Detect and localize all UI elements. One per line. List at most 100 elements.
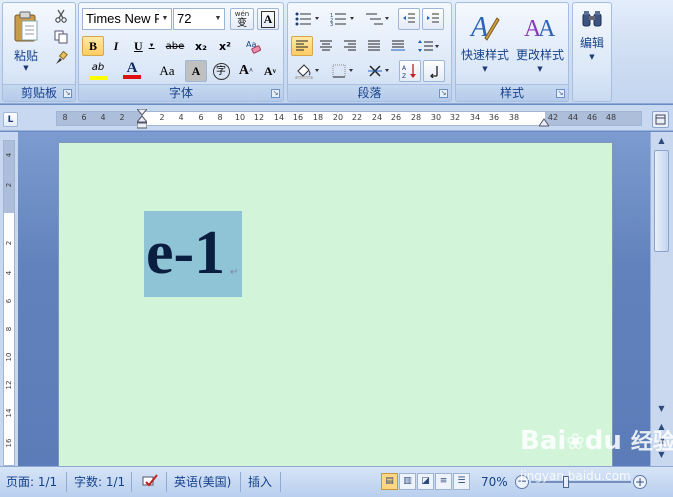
tab-selector-button[interactable]: L: [3, 112, 18, 127]
ruler-tick-label: 10: [234, 113, 246, 122]
chevron-down-icon[interactable]: ▼: [212, 9, 224, 29]
ruler-tick-label: 32: [449, 113, 461, 122]
scroll-thumb[interactable]: [654, 150, 669, 252]
dialog-launcher-icon[interactable]: ↘: [63, 89, 72, 98]
grow-font-button[interactable]: A ^: [235, 60, 257, 82]
vertical-ruler-tick-label: 14: [5, 408, 13, 418]
format-painter-button[interactable]: [51, 49, 71, 67]
ruler-tick-label: 12: [253, 113, 265, 122]
phonetic-guide-button[interactable]: wén 变: [230, 8, 254, 30]
subscript-button[interactable]: x₂: [190, 36, 212, 56]
document-page[interactable]: e-1 ↵: [58, 142, 613, 472]
chevron-down-icon: ▼: [482, 65, 488, 73]
vertical-ruler-tick-label: 4: [5, 270, 13, 276]
character-shading-button[interactable]: A: [185, 60, 207, 82]
insert-mode-status[interactable]: 插入: [248, 473, 272, 491]
paste-button[interactable]: 粘贴 ▼: [8, 5, 44, 77]
clear-formatting-button[interactable]: Aa: [241, 36, 265, 56]
quick-styles-label: 快速样式: [460, 48, 509, 62]
shrink-font-button[interactable]: Av: [259, 60, 281, 82]
quick-styles-button[interactable]: A 快速样式 ▼: [458, 5, 512, 79]
indent-marker-icon[interactable]: [135, 108, 149, 129]
align-center-button[interactable]: [315, 36, 337, 56]
document-area[interactable]: e-1 ↵: [18, 132, 650, 472]
svg-text:A: A: [402, 65, 407, 72]
sort-icon: AZ: [402, 64, 416, 79]
justify-button[interactable]: [363, 36, 385, 56]
ruler-tick-label: 38: [508, 113, 520, 122]
zoom-level[interactable]: 70%: [481, 473, 508, 491]
font-size-combo[interactable]: 72 ▼: [173, 8, 225, 30]
change-styles-button[interactable]: AA 更改样式 ▼: [513, 5, 567, 79]
line-spacing-button[interactable]: [413, 36, 445, 56]
enclose-characters-button[interactable]: 字: [210, 60, 232, 82]
distributed-button[interactable]: [387, 36, 409, 56]
document-text[interactable]: e-1: [146, 217, 225, 289]
highlight-button[interactable]: ab: [82, 60, 114, 82]
word-count[interactable]: 字数: 1/1: [74, 473, 125, 491]
show-marks-button[interactable]: [423, 60, 445, 82]
scroll-down-icon[interactable]: ▼: [654, 402, 669, 416]
print-layout-view-icon[interactable]: ▤: [381, 473, 398, 490]
styles-group-label: 样式: [456, 84, 568, 101]
ruler-tick-label: 16: [292, 113, 304, 122]
editing-button[interactable]: 编辑 ▼: [575, 5, 609, 79]
cut-button[interactable]: [51, 7, 71, 25]
strikethrough-button[interactable]: abe: [162, 36, 188, 56]
right-indent-marker-icon[interactable]: [538, 116, 550, 127]
increase-indent-button[interactable]: [422, 8, 444, 30]
vertical-ruler[interactable]: 4 2 2 4 6 8 10 12 14 16: [0, 132, 18, 466]
bold-button[interactable]: B: [82, 36, 104, 56]
view-ruler-icon[interactable]: [652, 111, 669, 128]
decrease-indent-button[interactable]: [398, 8, 420, 30]
align-right-button[interactable]: [339, 36, 361, 56]
chevron-down-icon[interactable]: ▼: [159, 9, 171, 29]
multilevel-list-button[interactable]: [361, 8, 395, 30]
copy-button[interactable]: [51, 28, 71, 46]
editing-label: 编辑: [579, 36, 604, 50]
borders-button[interactable]: [328, 60, 360, 82]
copy-icon: [54, 30, 68, 44]
wen-char: 变: [237, 18, 247, 29]
character-border-button[interactable]: A: [257, 8, 279, 30]
asian-layout-button[interactable]: [364, 60, 396, 82]
bullets-button[interactable]: [291, 8, 325, 30]
horizontal-ruler[interactable]: L 8 6 4 2 2 4 6 8 10 12 14 16 18 20 22 24 26 28 30 32 34 36 38…: [0, 105, 673, 131]
superscript-button[interactable]: x²: [214, 36, 236, 56]
paragraph-mark: ↵: [230, 267, 239, 278]
scroll-up-icon[interactable]: ▲: [654, 134, 669, 148]
multilevel-list-icon: [366, 13, 389, 25]
align-left-button[interactable]: [291, 36, 313, 56]
quick-styles-icon: A: [469, 12, 500, 42]
draft-view-icon[interactable]: ☰: [453, 473, 470, 490]
change-styles-icon: AA: [524, 16, 556, 42]
change-case-button[interactable]: Aa: [151, 60, 183, 82]
underline-button[interactable]: U ▼: [128, 36, 158, 56]
dialog-launcher-icon[interactable]: ↘: [439, 89, 448, 98]
zoom-in-icon[interactable]: +: [633, 475, 647, 489]
numbering-button[interactable]: 123: [326, 8, 360, 30]
italic-button[interactable]: I: [106, 36, 126, 56]
divider: [66, 472, 67, 492]
full-screen-reading-view-icon[interactable]: ▥: [399, 473, 416, 490]
vertical-ruler-tick-label: 8: [5, 326, 13, 332]
ruler-tick-label: 6: [198, 113, 204, 122]
outline-view-icon[interactable]: ≡: [435, 473, 452, 490]
dialog-launcher-icon[interactable]: ↘: [271, 89, 280, 98]
dialog-launcher-icon[interactable]: ↘: [556, 89, 565, 98]
sort-button[interactable]: AZ: [399, 60, 421, 82]
shading-button[interactable]: [291, 60, 325, 82]
character-border-icon: A: [260, 10, 276, 28]
vertical-scrollbar[interactable]: ▲ ▼ ▲ ● ▼: [650, 132, 673, 466]
divider: [166, 472, 167, 492]
web-layout-view-icon[interactable]: ◪: [417, 473, 434, 490]
language-status[interactable]: 英语(美国): [174, 473, 231, 491]
font-name-combo[interactable]: Times New F ▼: [82, 8, 172, 30]
text-selection[interactable]: e-1 ↵: [144, 211, 242, 297]
ruler-tick-label: 2: [119, 113, 125, 122]
highlight-color-bar: [89, 76, 107, 80]
page-count[interactable]: 页面: 1/1: [6, 473, 57, 491]
proofing-icon[interactable]: [141, 473, 159, 491]
font-color-button[interactable]: A: [117, 60, 147, 82]
change-styles-label: 更改样式: [515, 48, 564, 62]
